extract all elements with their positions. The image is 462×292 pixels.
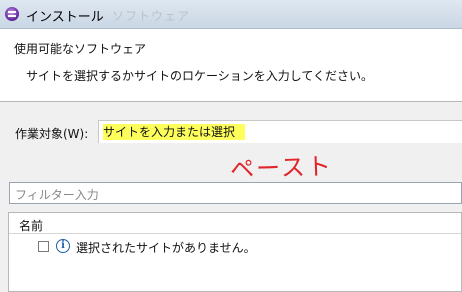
work-with-combo[interactable]: サイトを入力または選択 [98, 120, 462, 143]
table-row[interactable]: i 選択されたサイトがありません。 [9, 236, 461, 256]
filter-input[interactable]: フィルター入力 [9, 182, 462, 204]
work-with-label: 作業対象(W): [15, 127, 89, 141]
row-checkbox[interactable] [38, 241, 49, 252]
page-description: サイトを選択するかサイトのロケーションを入力してください。 [26, 69, 374, 83]
window-titlebar: インストール ソフトウェア [0, 0, 462, 29]
wizard-header: 使用可能なソフトウェア サイトを選択するかサイトのロケーションを入力してください… [0, 29, 462, 102]
info-icon: i [56, 239, 70, 253]
work-with-placeholder: サイトを入力または選択 [103, 124, 246, 140]
column-name-label: 名前 [19, 219, 44, 233]
eclipse-icon [5, 7, 19, 21]
filter-placeholder: フィルター入力 [15, 188, 99, 202]
column-header[interactable]: 名前 [9, 213, 461, 234]
page-title: 使用可能なソフトウェア [14, 42, 147, 56]
handwritten-annotation: ペースト [229, 152, 334, 184]
row-label: 選択されたサイトがありません。 [76, 241, 256, 255]
background-window-title: ソフトウェア [112, 9, 191, 23]
window-title: インストール [26, 10, 104, 25]
software-tree[interactable]: 名前 i 選択されたサイトがありません。 [8, 212, 462, 292]
